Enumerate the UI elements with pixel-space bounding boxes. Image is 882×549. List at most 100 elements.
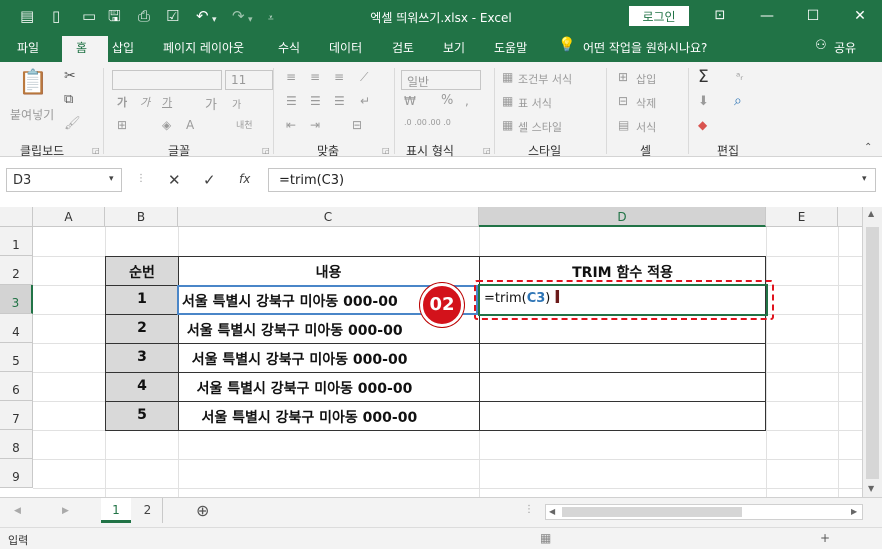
- decrease-decimal-button[interactable]: .00 .0: [428, 118, 451, 127]
- paste-button[interactable]: 붙여넣기: [10, 106, 54, 123]
- row-header-9[interactable]: 9: [0, 459, 33, 488]
- tab-home[interactable]: 홈: [76, 39, 87, 56]
- column-header-f[interactable]: [838, 207, 862, 227]
- comma-icon[interactable]: ,: [465, 94, 469, 108]
- formula-input[interactable]: =trim(C3): [268, 168, 876, 192]
- tab-insert[interactable]: 삽입: [112, 39, 134, 56]
- align-left-icon[interactable]: ☰: [286, 94, 297, 108]
- content-cell[interactable]: 서울 특별시 강북구 미아동 000-00: [182, 378, 413, 398]
- name-box[interactable]: D3: [6, 168, 122, 192]
- restore-button[interactable]: ☐: [798, 5, 828, 27]
- row-header-4[interactable]: 4: [0, 314, 33, 343]
- worksheet-grid[interactable]: A B C D E ▲ ▼ 1 2 3 4 5 6 7 8 9 순번 내용 TR…: [0, 207, 882, 497]
- content-cell[interactable]: 서울 특별시 강북구 미아동 000-00: [182, 291, 398, 311]
- increase-decimal-button[interactable]: .0 .00: [404, 118, 427, 127]
- number-cell[interactable]: 5: [106, 407, 178, 423]
- grow-font-button[interactable]: 가: [205, 94, 217, 113]
- row-header-6[interactable]: 6: [0, 372, 33, 401]
- tab-review[interactable]: 검토: [392, 39, 414, 56]
- customize-qat-icon[interactable]: ⩡: [268, 10, 274, 28]
- fill-icon[interactable]: ⬇: [698, 94, 709, 109]
- increase-indent-icon[interactable]: ⇥: [310, 118, 320, 132]
- sheet-tab-1[interactable]: 1: [101, 498, 131, 523]
- sheet-tab-2[interactable]: 2: [133, 498, 163, 523]
- delete-cells-button[interactable]: 삭제: [636, 95, 656, 111]
- insert-function-button[interactable]: fx: [239, 172, 250, 186]
- copy-icon[interactable]: ⧉: [64, 92, 73, 107]
- tab-page-layout[interactable]: 페이지 레이아웃: [163, 39, 244, 56]
- expand-formula-icon[interactable]: ▾: [862, 174, 867, 184]
- zoom-in-icon[interactable]: +: [820, 531, 830, 545]
- minimize-button[interactable]: —: [752, 5, 782, 27]
- align-center-icon[interactable]: ☰: [310, 94, 321, 108]
- number-cell[interactable]: 4: [106, 378, 178, 394]
- vertical-scroll-thumb[interactable]: [866, 227, 879, 479]
- header-cell-trim[interactable]: TRIM 함수 적용: [479, 262, 766, 282]
- row-header-2[interactable]: 2: [0, 256, 33, 285]
- align-top-icon[interactable]: ≡: [286, 70, 296, 84]
- clipboard-launcher-icon[interactable]: ◲: [92, 146, 100, 155]
- format-cells-button[interactable]: 서식: [636, 119, 656, 135]
- column-header-c[interactable]: C: [178, 207, 479, 227]
- align-middle-icon[interactable]: ≡: [310, 70, 320, 84]
- print-preview-icon[interactable]: ⎙: [138, 7, 150, 25]
- align-right-icon[interactable]: ☰: [334, 94, 345, 108]
- clear-icon[interactable]: ◆: [698, 118, 707, 132]
- scroll-left-icon[interactable]: ◀: [549, 507, 555, 516]
- tab-view[interactable]: 보기: [443, 39, 465, 56]
- row-header-7[interactable]: 7: [0, 401, 33, 430]
- ribbon-display-icon[interactable]: ⊡: [705, 5, 735, 27]
- save-icon[interactable]: 🖫: [108, 7, 121, 25]
- currency-icon[interactable]: ₩: [404, 94, 416, 108]
- cut-icon[interactable]: ✂: [64, 68, 76, 84]
- first-sheet-icon[interactable]: ◀: [14, 506, 21, 516]
- cell-style-button[interactable]: 셀 스타일: [518, 119, 562, 135]
- column-header-e[interactable]: E: [766, 207, 838, 227]
- number-format-dropdown[interactable]: 일반: [401, 70, 481, 90]
- format-cells-icon[interactable]: ▤: [618, 118, 629, 132]
- insert-cells-button[interactable]: 삽입: [636, 71, 656, 87]
- close-button[interactable]: ✕: [845, 5, 875, 27]
- column-header-d[interactable]: D: [479, 207, 766, 227]
- enter-entry-button[interactable]: ✓: [203, 171, 216, 189]
- shrink-font-button[interactable]: 가: [232, 96, 241, 111]
- select-all-corner[interactable]: [0, 207, 33, 227]
- tab-formulas[interactable]: 수식: [278, 39, 300, 56]
- content-cell[interactable]: 서울 특별시 강북구 미아동 000-00: [182, 320, 403, 340]
- conditional-format-button[interactable]: 조건부 서식: [518, 71, 572, 87]
- share-person-icon[interactable]: ⚇: [815, 38, 827, 53]
- align-bottom-icon[interactable]: ≡: [334, 70, 344, 84]
- font-name-dropdown[interactable]: [112, 70, 222, 90]
- number-cell[interactable]: 2: [106, 320, 178, 336]
- column-header-b[interactable]: B: [105, 207, 178, 227]
- collapse-ribbon-icon[interactable]: ⌃: [864, 142, 872, 153]
- tab-data[interactable]: 데이터: [329, 39, 362, 56]
- phonetic-button[interactable]: 내천: [236, 118, 253, 131]
- column-header-a[interactable]: A: [33, 207, 105, 227]
- scroll-right-icon[interactable]: ▶: [851, 507, 857, 516]
- tell-me-search[interactable]: 어떤 작업을 원하시나요?: [583, 39, 707, 56]
- number-launcher-icon[interactable]: ◲: [483, 146, 491, 155]
- spellcheck-icon[interactable]: ☑: [166, 7, 179, 25]
- insert-cells-icon[interactable]: ⊞: [618, 70, 628, 84]
- vertical-scrollbar[interactable]: ▲ ▼: [862, 207, 882, 497]
- table-format-button[interactable]: 표 서식: [518, 95, 552, 111]
- conditional-format-icon[interactable]: ▦: [502, 70, 513, 84]
- tab-help[interactable]: 도움말: [494, 39, 527, 56]
- row-header-3[interactable]: 3: [0, 285, 33, 314]
- table-format-icon[interactable]: ▦: [502, 94, 513, 108]
- new-file-icon[interactable]: ▯: [52, 7, 60, 25]
- wrap-text-icon[interactable]: ↵: [360, 94, 370, 108]
- header-cell-number[interactable]: 순번: [106, 262, 178, 282]
- decrease-indent-icon[interactable]: ⇤: [286, 118, 296, 132]
- open-folder-icon[interactable]: ▭: [82, 7, 96, 25]
- number-cell[interactable]: 1: [106, 291, 178, 307]
- tab-split-handle-icon[interactable]: ⋮: [524, 504, 534, 515]
- name-box-dropdown-icon[interactable]: ▾: [109, 174, 114, 184]
- redo-dropdown-icon[interactable]: ▾: [248, 11, 253, 29]
- delete-cells-icon[interactable]: ⊟: [618, 94, 628, 108]
- horizontal-scroll-thumb[interactable]: [562, 507, 742, 517]
- autosum-button[interactable]: Σ: [698, 67, 709, 87]
- cancel-entry-button[interactable]: ✕: [168, 171, 181, 189]
- find-select-button[interactable]: ⌕: [734, 93, 742, 109]
